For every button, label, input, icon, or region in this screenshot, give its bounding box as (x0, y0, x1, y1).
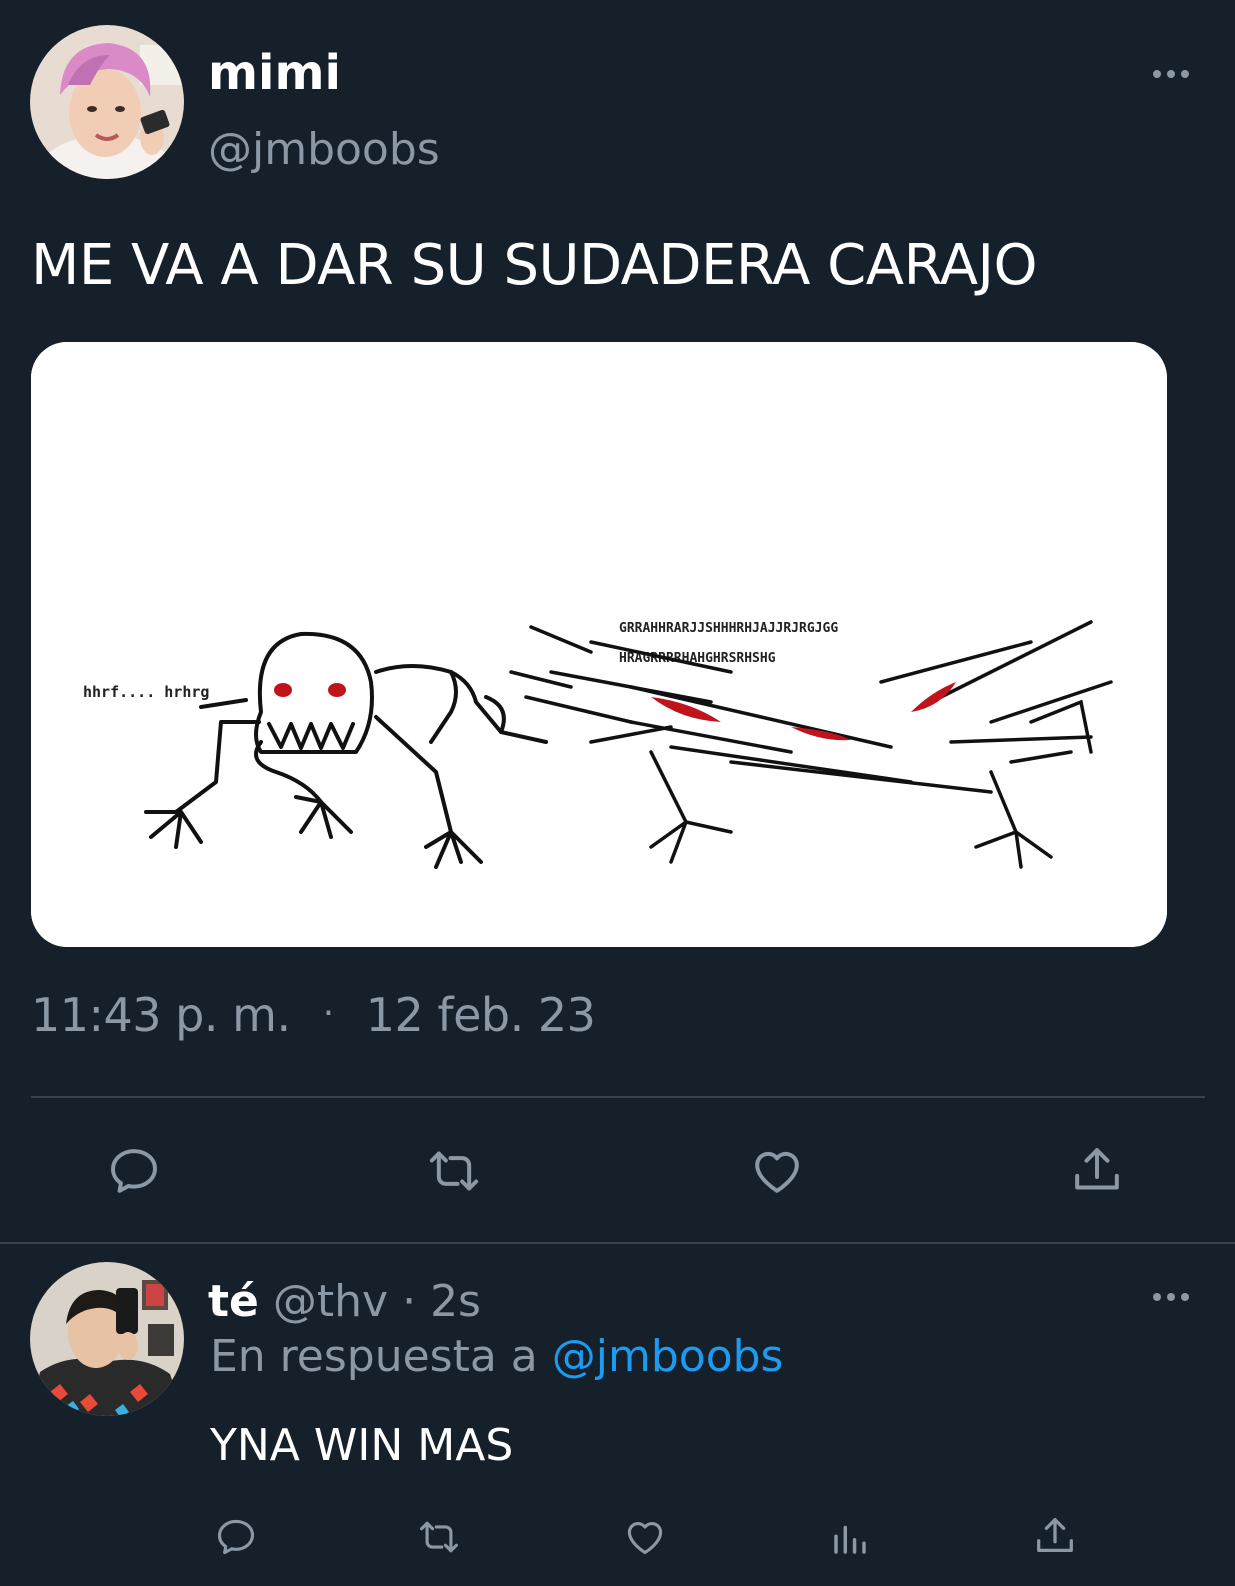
tweet-media-image[interactable]: hhrf.... hrhrg GRRAHHRARJJSHHHRHJAJJRJRG (31, 342, 1167, 947)
share-icon (1075, 1148, 1119, 1190)
author-avatar[interactable] (30, 25, 184, 179)
reply-header: té @thv · 2s (208, 1276, 481, 1327)
reply-icon (111, 1149, 157, 1193)
reply-views-button[interactable] (828, 1517, 872, 1559)
views-icon (834, 1525, 866, 1554)
like-icon (755, 1151, 799, 1193)
media-left-caption: hhrf.... hrhrg (83, 683, 209, 701)
in-reply-mention[interactable]: @jmboobs (552, 1331, 784, 1382)
divider-top (31, 1096, 1205, 1098)
more-options-icon[interactable] (1153, 68, 1193, 80)
author-name[interactable]: mimi (208, 45, 341, 101)
reply-time-separator: · (402, 1276, 417, 1327)
tweet-text: ME VA A DAR SU SUDADERA CARAJO (31, 233, 1038, 298)
reply-author-avatar[interactable] (30, 1262, 184, 1416)
divider-bottom (0, 1242, 1235, 1244)
in-reply-prefix: En respuesta a (210, 1331, 538, 1382)
reply-button[interactable] (106, 1143, 162, 1199)
reply-retweet-button[interactable] (414, 1515, 464, 1559)
reply-text: YNA WIN MAS (210, 1420, 514, 1471)
tweet-timestamp[interactable]: 11:43 p. m. · 12 feb. 23 (31, 988, 596, 1042)
like-icon (627, 1522, 663, 1555)
reply-share-button[interactable] (1032, 1513, 1078, 1559)
like-button[interactable] (748, 1143, 806, 1199)
reply-reply-button[interactable] (214, 1515, 258, 1559)
reply-icon (217, 1519, 255, 1555)
reply-more-options-icon[interactable] (1153, 1291, 1193, 1303)
reply-like-button[interactable] (622, 1515, 668, 1559)
share-button[interactable] (1069, 1141, 1125, 1199)
reply-time[interactable]: 2s (430, 1276, 481, 1327)
reply-author-name[interactable]: té (208, 1276, 259, 1327)
tweet-date: 12 feb. 23 (365, 988, 596, 1042)
in-reply-to: En respuesta a @jmboobs (210, 1331, 783, 1382)
tweet-thread: mimi @jmboobs ME VA A DAR SU SUDADERA CA… (0, 0, 1235, 1586)
timestamp-separator: · (322, 993, 334, 1034)
retweet-icon (429, 1151, 479, 1191)
retweet-icon (420, 1521, 458, 1553)
author-handle[interactable]: @jmboobs (208, 124, 440, 175)
share-icon (1037, 1518, 1073, 1553)
tweet-time: 11:43 p. m. (31, 988, 291, 1042)
retweet-button[interactable] (424, 1143, 484, 1199)
reply-author-handle[interactable]: @thv (273, 1276, 388, 1327)
media-right-caption-1: GRRAHHRARJJSHHHRHJAJJRJRGJGG (619, 621, 838, 636)
